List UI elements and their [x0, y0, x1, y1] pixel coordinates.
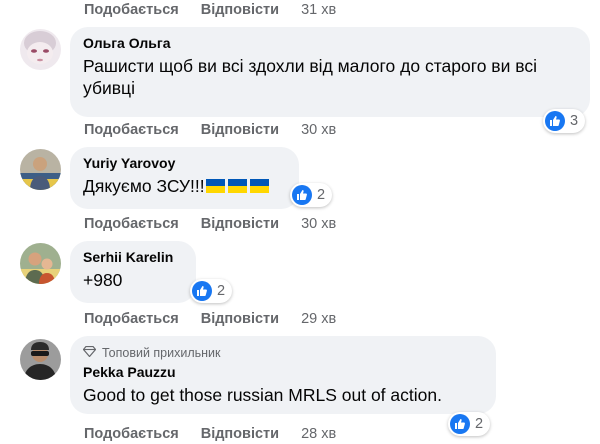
reaction-count[interactable]: 2: [190, 279, 233, 303]
comment-author[interactable]: Serhii Karelin: [83, 249, 183, 266]
comment-text: +980: [83, 270, 123, 290]
comment-bubble: Yuriy Yarovoy Дякуємо ЗСУ!!!: [70, 147, 299, 209]
comment-text-content: Дякуємо ЗСУ!!!: [83, 176, 205, 196]
avatar[interactable]: [20, 243, 61, 284]
reaction-count[interactable]: 2: [290, 183, 333, 207]
diamond-icon: [82, 345, 102, 361]
avatar[interactable]: [20, 149, 61, 190]
comment-bubble: Ольга Ольга Рашисти щоб ви всі здохли ві…: [70, 27, 590, 117]
top-fan-badge: Топовий прихильник: [82, 345, 483, 361]
badge-label: Топовий прихильник: [102, 346, 221, 360]
thumbs-up-icon: [450, 414, 470, 434]
comment-author[interactable]: Pekka Pauzzu: [83, 364, 483, 381]
reply-link[interactable]: Відповісти: [201, 426, 279, 442]
comment-actions: Подобається Відповісти 30 хв: [84, 122, 336, 138]
comment-bubble: Serhii Karelin +980: [70, 241, 196, 303]
avatar[interactable]: [20, 339, 61, 380]
like-link[interactable]: Подобається: [84, 2, 179, 18]
comment-author[interactable]: Ольга Ольга: [83, 35, 577, 52]
reaction-count[interactable]: 3: [543, 109, 586, 133]
thumbs-up-icon: [192, 281, 212, 301]
reaction-number: 2: [475, 416, 484, 432]
reply-link[interactable]: Відповісти: [201, 122, 279, 138]
comment-bubble: Топовий прихильник Pekka Pauzzu Good to …: [70, 336, 496, 414]
reply-link[interactable]: Відповісти: [201, 2, 279, 18]
like-link[interactable]: Подобається: [84, 122, 179, 138]
comment-timestamp[interactable]: 29 хв: [301, 311, 336, 327]
comment-timestamp[interactable]: 30 хв: [301, 122, 336, 138]
like-link[interactable]: Подобається: [84, 216, 179, 232]
comment-actions: Подобається Відповісти 29 хв: [84, 311, 336, 327]
like-link[interactable]: Подобається: [84, 311, 179, 327]
comment-text: Good to get those russian MRLS out of ac…: [83, 385, 442, 405]
comment-timestamp[interactable]: 31 хв: [301, 2, 336, 18]
reply-link[interactable]: Відповісти: [201, 311, 279, 327]
comment-actions: Подобається Відповісти 31 хв: [84, 2, 336, 18]
like-link[interactable]: Подобається: [84, 426, 179, 442]
comment-text: Дякуємо ЗСУ!!!: [83, 175, 286, 197]
avatar[interactable]: [20, 29, 61, 70]
comment-timestamp[interactable]: 30 хв: [301, 216, 336, 232]
reaction-number: 2: [217, 283, 226, 299]
comment-actions: Подобається Відповісти 30 хв: [84, 216, 336, 232]
comment-actions: Подобається Відповісти 28 хв: [84, 426, 336, 442]
reply-link[interactable]: Відповісти: [201, 216, 279, 232]
comment-author[interactable]: Yuriy Yarovoy: [83, 155, 286, 172]
reaction-count[interactable]: 2: [448, 412, 491, 436]
thumbs-up-icon: [292, 185, 312, 205]
reaction-number: 2: [317, 187, 326, 203]
comment-timestamp[interactable]: 28 хв: [301, 426, 336, 442]
ukraine-flag-icon: [205, 176, 270, 196]
reaction-number: 3: [570, 113, 579, 129]
thumbs-up-icon: [545, 111, 565, 131]
comment-text: Рашисти щоб ви всі здохли від малого до …: [83, 56, 537, 98]
